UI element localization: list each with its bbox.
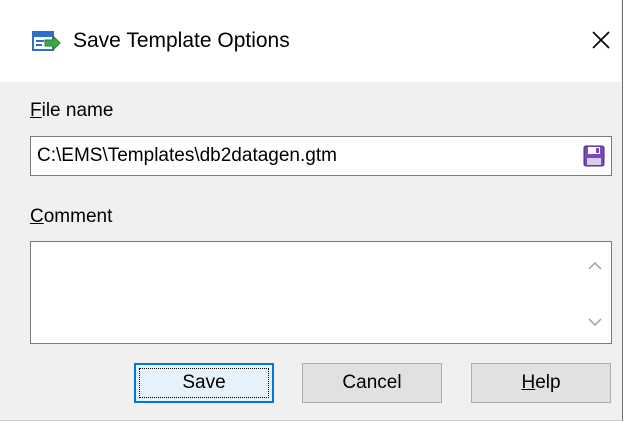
help-button-label: Help bbox=[521, 372, 561, 393]
help-button[interactable]: Help bbox=[471, 363, 611, 403]
scroll-up-arrow-icon[interactable] bbox=[585, 256, 605, 276]
comment-label: Comment bbox=[30, 206, 113, 227]
comment-textarea[interactable] bbox=[30, 241, 612, 344]
comment-scrollbar[interactable] bbox=[579, 242, 611, 343]
close-icon bbox=[592, 31, 610, 49]
dialog-title: Save Template Options bbox=[73, 29, 290, 52]
save-template-dialog: Save Template Options File name C:\EMS\T… bbox=[0, 0, 623, 421]
save-template-icon bbox=[32, 31, 61, 52]
close-button[interactable] bbox=[581, 20, 621, 60]
file-name-value: C:\EMS\Templates\db2datagen.gtm bbox=[37, 145, 337, 166]
file-name-field[interactable]: C:\EMS\Templates\db2datagen.gtm bbox=[30, 136, 612, 176]
title-bar: Save Template Options bbox=[0, 0, 621, 82]
focus-ring bbox=[139, 368, 269, 398]
file-name-label: File name bbox=[30, 100, 114, 121]
cancel-button-label: Cancel bbox=[342, 372, 402, 393]
save-button[interactable]: Save bbox=[134, 363, 274, 403]
scroll-down-arrow-icon[interactable] bbox=[585, 312, 605, 332]
floppy-disk-icon[interactable] bbox=[582, 144, 606, 168]
cancel-button[interactable]: Cancel bbox=[302, 363, 442, 403]
